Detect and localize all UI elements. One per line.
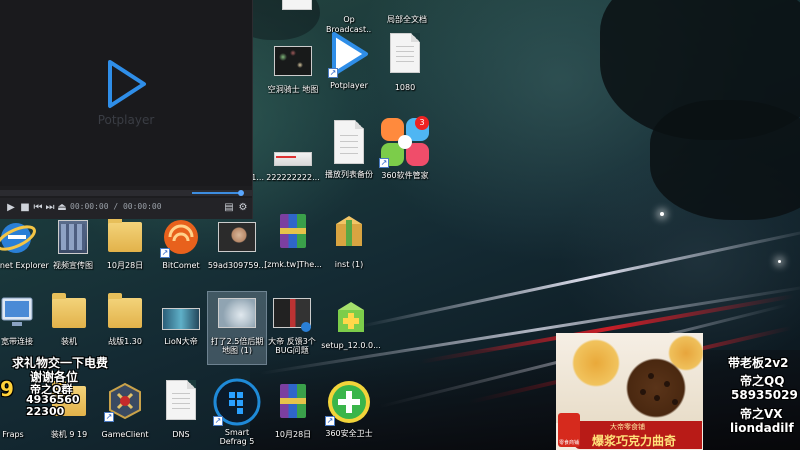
playlist-icon[interactable]: ▤ xyxy=(222,201,236,215)
shortcut-arrow-icon: ↗ xyxy=(160,248,170,258)
potplayer-window[interactable]: Potplayer ▶ ■ ⏮ ⏭ ⏏ 00:00:00 / 00:00:00 … xyxy=(0,0,253,219)
time-display: 00:00:00 / 00:00:00 xyxy=(70,202,162,211)
shortcut-arrow-icon: ↗ xyxy=(104,412,114,422)
app-icon xyxy=(328,0,370,12)
chocolate-chip xyxy=(654,395,660,401)
volume-bar[interactable] xyxy=(192,192,242,194)
star-sparkle xyxy=(778,260,781,263)
bitcomet-icon: ↗ xyxy=(160,216,202,258)
winrar-archive-icon xyxy=(272,210,314,252)
map-thumbnail-icon xyxy=(216,292,258,334)
internet-explorer-icon xyxy=(0,216,36,258)
tree-silhouette xyxy=(650,100,800,220)
smart-defrag-icon: ↗ xyxy=(213,378,261,426)
image-thumbnail-icon xyxy=(160,292,202,334)
folder-icon xyxy=(104,216,146,258)
360-security-guard-icon: ↗ xyxy=(325,378,373,426)
desktop-icon-inst[interactable]: inst (1) xyxy=(314,210,384,270)
desktop-icon-lion[interactable]: LioN大帝 xyxy=(146,292,216,347)
shortcut-arrow-icon: ↗ xyxy=(213,416,223,426)
computer-network-icon xyxy=(0,292,38,334)
chocolate-chip xyxy=(664,381,670,387)
potplayer-logo-text: Potplayer xyxy=(97,113,155,127)
installer-360-icon xyxy=(330,296,372,338)
document-icon xyxy=(328,120,370,164)
cookie-image xyxy=(556,333,703,423)
shortcut-arrow-icon: ↗ xyxy=(325,416,335,426)
potplayer-logo-icon xyxy=(108,60,146,108)
internet-explorer-icon xyxy=(301,322,311,332)
map-thumbnail-icon xyxy=(272,40,314,82)
chocolate-chip xyxy=(672,399,678,405)
cookie-ad-panel[interactable]: 大帝零食铺 爆浆巧克力曲奇 零食商铺 xyxy=(556,333,703,450)
screenshot-thumbnail-icon xyxy=(271,292,313,334)
desktop-icon-1080[interactable]: 1080 xyxy=(370,33,440,93)
document-icon xyxy=(386,0,428,12)
overlay-vx-label: 帝之VX xyxy=(740,407,783,421)
notification-badge: 3 xyxy=(415,116,429,130)
overlay-qq-label: 帝之QQ xyxy=(740,374,785,388)
desktop-icon-bug[interactable]: 大帝 反馈3个 BUG问题 xyxy=(262,292,322,355)
shortcut-arrow-icon: ↗ xyxy=(379,158,389,168)
settings-gear-icon[interactable]: ⚙ xyxy=(236,201,250,215)
shop-logo-text: 零食商铺 xyxy=(558,440,579,446)
winrar-archive-icon xyxy=(272,380,314,422)
folder-icon xyxy=(48,292,90,334)
installer-package-icon xyxy=(328,210,370,252)
desktop-icon-360mgr[interactable]: 3 ↗ 360软件管家 xyxy=(370,116,440,181)
overlay-group-number-2: 22300 xyxy=(26,405,65,418)
game-client-icon: ↗ xyxy=(104,380,146,422)
desktop-icon-setup[interactable]: setup_12.0.0... xyxy=(316,296,386,351)
desktop-icon-map[interactable]: 打了2.5倍后期 地图 (1) xyxy=(207,291,267,365)
screenshot-thumbnail-icon xyxy=(272,128,314,170)
potplayer-icon: ↗ xyxy=(328,30,370,78)
ad-product-title: 爆浆巧克力曲奇 xyxy=(592,434,677,448)
volume-knob[interactable] xyxy=(238,190,244,196)
overlay-vx-id: liondadilf xyxy=(730,421,794,435)
document-icon xyxy=(160,380,202,422)
video-thumbnail-icon xyxy=(52,216,94,258)
document-icon xyxy=(276,0,318,12)
ad-store-name: 大帝零食铺 xyxy=(610,423,645,431)
desktop-icon-top-3[interactable]: 局部全文档 xyxy=(372,0,442,25)
document-icon xyxy=(384,33,426,75)
photo-thumbnail-icon xyxy=(216,216,258,258)
chocolate-chip xyxy=(640,389,646,395)
shortcut-arrow-icon: ↗ xyxy=(328,68,338,78)
chocolate-chip xyxy=(648,373,654,379)
360-software-manager-icon: 3 ↗ xyxy=(379,116,431,168)
light-streak xyxy=(359,227,800,328)
overlay-boss-text: 带老板2v2 xyxy=(728,356,789,370)
folder-icon xyxy=(104,292,146,334)
star-sparkle xyxy=(660,212,664,216)
overlay-qq-number: 58935029 xyxy=(731,388,798,402)
stop-icon[interactable]: ■ xyxy=(18,201,32,215)
desktop-icon-360guard[interactable]: ↗ 360安全卫士 xyxy=(314,378,384,439)
play-icon[interactable]: ▶ xyxy=(4,201,18,215)
overlay-big-digit: 9 xyxy=(0,377,14,401)
eject-icon[interactable]: ⏏ xyxy=(55,201,69,215)
